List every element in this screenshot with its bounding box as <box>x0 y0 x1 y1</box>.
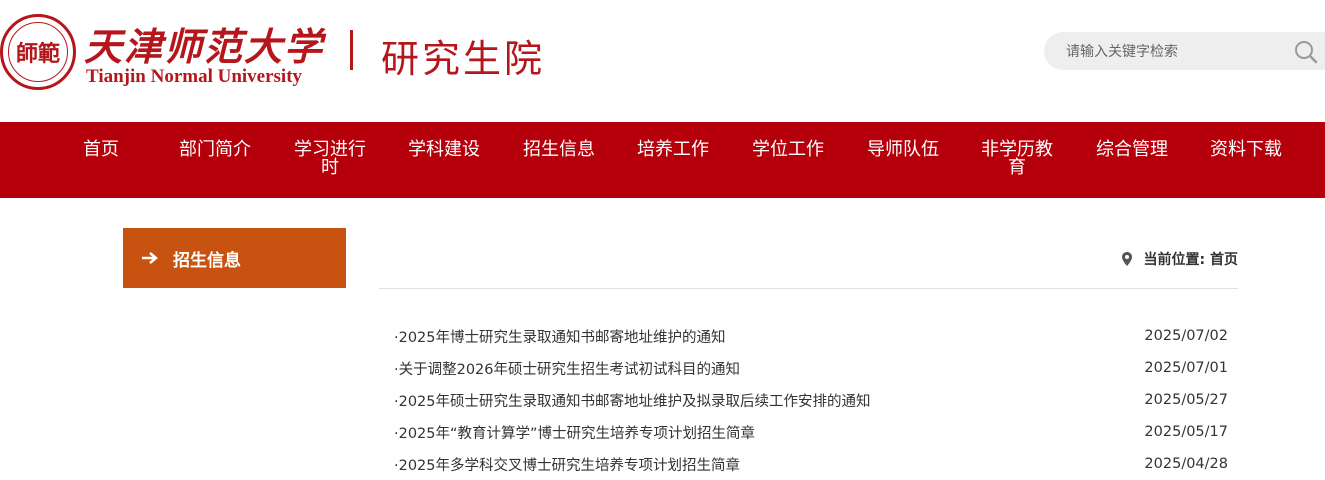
nav-item-downloads[interactable]: 资料下载 <box>1207 141 1285 159</box>
news-title[interactable]: ·2025年博士研究生录取通知书邮寄地址维护的通知 <box>394 326 726 347</box>
nav-item-management[interactable]: 综合管理 <box>1093 141 1171 159</box>
site-header: 師範 天津师范大学 Tianjin Normal University 研究生院 <box>0 0 1325 122</box>
nav-item-discipline[interactable]: 学科建设 <box>405 141 483 159</box>
search-box <box>1044 32 1325 72</box>
news-date: 2025/07/01 <box>1144 360 1228 376</box>
university-seal-logo[interactable]: 師範 <box>0 14 76 90</box>
news-list: ·2025年博士研究生录取通知书邮寄地址维护的通知 2025/07/02 ·关于… <box>394 320 1228 480</box>
list-item[interactable]: ·关于调整2026年硕士研究生招生考试初试科目的通知 2025/07/01 <box>394 352 1228 384</box>
news-title[interactable]: ·2025年硕士研究生录取通知书邮寄地址维护及拟录取后续工作安排的通知 <box>394 390 871 411</box>
map-pin-icon <box>1121 252 1132 266</box>
header-divider <box>350 30 353 70</box>
news-title[interactable]: ·2025年“教育计算学”博士研究生培养专项计划招生简章 <box>394 422 755 443</box>
nav-item-study[interactable]: 学习进行时 <box>291 141 369 177</box>
nav-item-about[interactable]: 部门简介 <box>176 141 254 159</box>
nav-item-training[interactable]: 培养工作 <box>634 141 712 159</box>
news-date: 2025/05/27 <box>1144 392 1228 408</box>
breadcrumb: 当前位置: 首页 <box>1121 249 1238 269</box>
list-item[interactable]: ·2025年“教育计算学”博士研究生培养专项计划招生简章 2025/05/17 <box>394 416 1228 448</box>
university-name-en[interactable]: Tianjin Normal University <box>86 66 302 88</box>
news-date: 2025/07/02 <box>1144 328 1228 344</box>
news-date: 2025/04/28 <box>1144 456 1228 472</box>
search-input[interactable] <box>1064 32 1288 72</box>
breadcrumb-label: 当前位置: 首页 <box>1143 252 1238 268</box>
news-date: 2025/05/17 <box>1144 424 1228 440</box>
nav-item-degree[interactable]: 学位工作 <box>749 141 827 159</box>
seal-text: 師範 <box>15 41 60 67</box>
main-nav: 首页 部门简介 学习进行时 学科建设 招生信息 培养工作 学位工作 导师队伍 非… <box>0 122 1325 198</box>
nav-item-home[interactable]: 首页 <box>62 141 140 159</box>
sidebar-title-label: 招生信息 <box>173 250 241 271</box>
list-item[interactable]: ·2025年博士研究生录取通知书邮寄地址维护的通知 2025/07/02 <box>394 320 1228 352</box>
news-title[interactable]: ·关于调整2026年硕士研究生招生考试初试科目的通知 <box>394 358 740 379</box>
content-divider <box>379 288 1238 289</box>
arrow-right-icon <box>142 252 158 264</box>
list-item[interactable]: ·2025年多学科交叉博士研究生培养专项计划招生简章 2025/04/28 <box>394 448 1228 480</box>
nav-item-nondegree[interactable]: 非学历教育 <box>978 141 1056 177</box>
department-title: 研究生院 <box>381 37 546 81</box>
nav-item-supervisors[interactable]: 导师队伍 <box>864 141 942 159</box>
search-icon[interactable] <box>1294 40 1318 64</box>
university-name-cn[interactable]: 天津师范大学 <box>84 16 324 71</box>
sidebar-title[interactable]: 招生信息 <box>123 228 346 288</box>
list-item[interactable]: ·2025年硕士研究生录取通知书邮寄地址维护及拟录取后续工作安排的通知 2025… <box>394 384 1228 416</box>
nav-item-admissions[interactable]: 招生信息 <box>520 141 598 159</box>
news-title[interactable]: ·2025年多学科交叉博士研究生培养专项计划招生简章 <box>394 454 740 475</box>
